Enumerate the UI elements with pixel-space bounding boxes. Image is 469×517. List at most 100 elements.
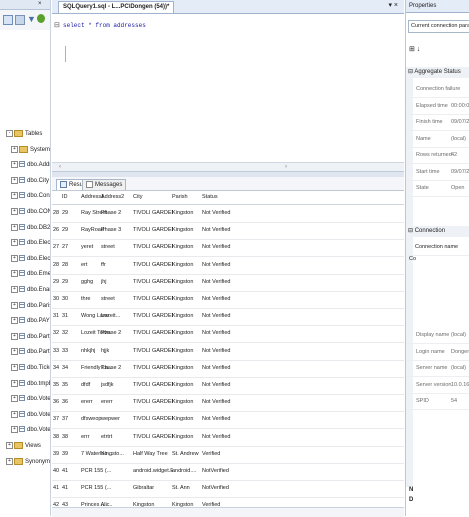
row-number[interactable]: 29	[53, 274, 61, 291]
table-cell[interactable]: Kingston	[172, 377, 202, 394]
expand-icon[interactable]: +	[11, 363, 18, 371]
tree-item[interactable]: + System Ta	[11, 145, 50, 156]
query-document-tab[interactable]: SQLQuery1.sql - L...PC\Dongen (54))*	[58, 1, 175, 13]
tree-item[interactable]: + dbo.PAYLE	[11, 316, 50, 327]
table-row[interactable]: 2629RayRoadPhase 3TIVOLI GARDENSKingston…	[52, 222, 404, 240]
tree-item[interactable]: + dbo.Emeill	[11, 269, 50, 280]
table-row[interactable]: 2829Ray StreetPhase 2TIVOLI GARDENSKings…	[52, 205, 404, 223]
table-cell[interactable]: 38	[62, 429, 78, 446]
collapse-icon[interactable]: -	[6, 129, 13, 137]
tree-item[interactable]: + dbo.Electi	[11, 238, 50, 249]
tree-item[interactable]: + dbo.Ticket	[11, 363, 50, 374]
row-number[interactable]: 39	[53, 446, 61, 463]
tree-item[interactable]: + dbo.Electi	[11, 254, 50, 265]
table-cell[interactable]: 29	[62, 222, 78, 239]
sort-icons[interactable]: ⊞ ↓	[409, 45, 420, 53]
table-cell[interactable]: TIVOLI GARDENS	[133, 325, 173, 342]
table-cell[interactable]	[101, 463, 133, 480]
row-number[interactable]: 27	[53, 239, 61, 256]
table-cell[interactable]: TIVOLI GARDENS	[133, 429, 173, 446]
row-number[interactable]: 35	[53, 377, 61, 394]
table-cell[interactable]: Phase 3	[101, 222, 133, 239]
expand-icon[interactable]: +	[11, 254, 18, 262]
tree-item[interactable]: + dbo.VoteR	[11, 410, 50, 421]
column-header[interactable]: Status	[202, 191, 242, 204]
tree-item[interactable]: + dbo.Enamo	[11, 285, 50, 296]
table-cell[interactable]: Phase 2	[101, 360, 133, 377]
row-number[interactable]: 33	[53, 343, 61, 360]
table-cell[interactable]: St. Ann	[172, 480, 202, 497]
table-cell[interactable]: ....	[101, 497, 133, 507]
table-cell[interactable]: Kingston	[172, 497, 202, 507]
expand-icon[interactable]: +	[11, 223, 18, 231]
property-row[interactable]: Display name (local)	[406, 328, 469, 344]
table-cell[interactable]: TIVOLI GARDENS	[133, 257, 173, 274]
table-cell[interactable]: Kingston	[172, 429, 202, 446]
table-cell[interactable]: Kingston	[172, 274, 202, 291]
expand-icon[interactable]: +	[11, 332, 18, 340]
table-cell[interactable]: Kingston	[172, 205, 202, 222]
tree-item[interactable]: + dbo.DB252	[11, 223, 50, 234]
table-cell[interactable]: TIVOLI GARDENS	[133, 274, 173, 291]
scroll-right-icon[interactable]: ›	[285, 164, 287, 171]
expand-icon[interactable]: +	[11, 425, 18, 433]
table-cell[interactable]: 41	[62, 480, 78, 497]
table-row[interactable]: 2727yeretstreetTIVOLI GARDENSKingstonNot…	[52, 239, 404, 257]
row-number[interactable]: 42	[53, 497, 61, 507]
tree-item[interactable]: + dbo.Const	[11, 191, 50, 202]
table-cell[interactable]: ffr	[101, 257, 133, 274]
table-cell[interactable]: 34	[62, 360, 78, 377]
expand-icon[interactable]: +	[11, 191, 18, 199]
row-number[interactable]: 32	[53, 325, 61, 342]
expand-icon[interactable]: +	[11, 285, 18, 293]
table-cell[interactable]: Kingston	[172, 257, 202, 274]
refresh-icon[interactable]	[37, 14, 45, 23]
table-cell[interactable]: hjjk	[101, 343, 133, 360]
table-cell[interactable]: 30	[62, 291, 78, 308]
property-row[interactable]: Server version 10.0.16	[406, 378, 469, 394]
table-cell[interactable]: Not Verified	[202, 394, 242, 411]
row-number[interactable]: 28	[53, 257, 61, 274]
table-cell[interactable]: Not Verified	[202, 360, 242, 377]
table-cell[interactable]: android....	[172, 463, 202, 480]
table-cell[interactable]: Not Verified	[202, 205, 242, 222]
expand-icon[interactable]: +	[11, 394, 18, 402]
table-cell[interactable]: 33	[62, 343, 78, 360]
table-cell[interactable]: Kingston	[172, 394, 202, 411]
table-row[interactable]: 3131Wong LaneLozeit...TIVOLI GARDENSKing…	[52, 308, 404, 326]
table-row[interactable]: 3333nhkjhjhjjkTIVOLI GARDENSKingstonNot …	[52, 343, 404, 361]
table-cell[interactable]: Kingston	[133, 497, 173, 507]
table-cell[interactable]: Gibraltar	[133, 480, 173, 497]
table-cell[interactable]: Kingston	[172, 222, 202, 239]
table-cell[interactable]: Kingston	[172, 239, 202, 256]
tree-item[interactable]: + dbo.PartyC	[11, 347, 50, 358]
table-cell[interactable]: street	[101, 239, 133, 256]
table-cell[interactable]: TIVOLI GARDENS	[133, 411, 173, 428]
table-cell[interactable]: 29	[62, 205, 78, 222]
table-row[interactable]: 3636ererrererrTIVOLI GARDENSKingstonNot …	[52, 394, 404, 412]
tree-item[interactable]: + dbo.Addre	[11, 160, 50, 171]
expand-icon[interactable]: +	[11, 238, 18, 246]
row-number[interactable]: 41	[53, 480, 61, 497]
expand-icon[interactable]: +	[11, 207, 18, 215]
table-cell[interactable]: Not Verified	[202, 308, 242, 325]
explorer-close-icon[interactable]: ×	[38, 1, 42, 7]
table-cell[interactable]: Not Verified	[202, 291, 242, 308]
column-header[interactable]: ID	[62, 191, 78, 204]
tree-item[interactable]: + Synonyms	[6, 457, 50, 468]
table-cell[interactable]: jsdfjk	[101, 377, 133, 394]
table-cell[interactable]: Kingston	[172, 360, 202, 377]
property-row[interactable]: Start time 09/07/2	[406, 165, 469, 181]
tree-item[interactable]: + dbo.Voter	[11, 425, 50, 436]
table-cell[interactable]: Not Verified	[202, 222, 242, 239]
row-number[interactable]: 38	[53, 429, 61, 446]
expand-icon[interactable]: +	[11, 347, 18, 355]
tree-item[interactable]: + dbo.tmpEx	[11, 379, 50, 390]
table-cell[interactable]: Not Verified	[202, 411, 242, 428]
expand-icon[interactable]: +	[11, 145, 18, 153]
table-row[interactable]: 39 39 7 Waterloo ... Kingsto... Half Way Tre…	[52, 446, 404, 464]
table-cell[interactable]: Lozeit...	[101, 308, 133, 325]
property-row[interactable]: State Open	[406, 181, 469, 197]
table-cell[interactable]: TIVOLI GARDENS	[133, 239, 173, 256]
property-row[interactable]: Connection failure	[406, 82, 469, 98]
